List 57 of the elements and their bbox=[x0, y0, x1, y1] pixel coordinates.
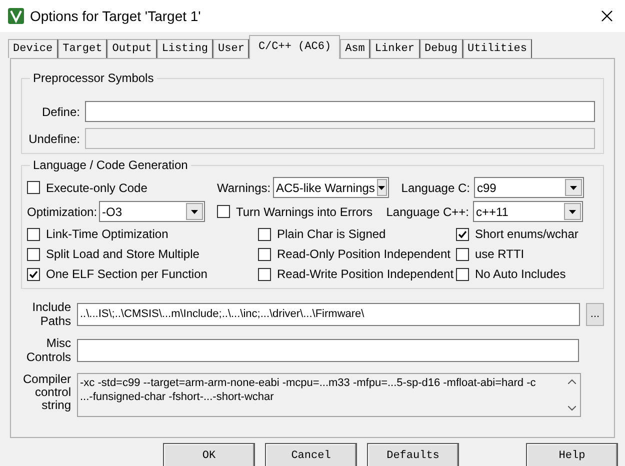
tab[interactable]: C/C++ (AC6) bbox=[249, 35, 340, 59]
dialog-button[interactable]: Help bbox=[526, 443, 618, 466]
tab[interactable]: Asm bbox=[340, 39, 370, 58]
field-label: Warnings: bbox=[217, 180, 272, 196]
checkbox[interactable]: Split Load and Store Multiple bbox=[27, 244, 258, 264]
window-title: Options for Target 'Target 1' bbox=[30, 6, 201, 26]
field-label: Misc Controls bbox=[25, 336, 71, 364]
group-title: Language / Code Generation bbox=[30, 157, 191, 173]
checkbox[interactable]: One ELF Section per Function bbox=[27, 264, 258, 284]
checkmark-icon bbox=[458, 230, 467, 238]
app-logo-icon bbox=[8, 8, 24, 24]
caret-icon bbox=[569, 210, 576, 214]
field-label: Undefine: bbox=[28, 130, 80, 148]
tab[interactable]: User bbox=[213, 39, 250, 58]
checkbox[interactable]: use RTTI bbox=[456, 244, 596, 264]
scroll-down-icon[interactable] bbox=[568, 406, 576, 411]
field-label: Define: bbox=[40, 104, 80, 120]
dialog-button[interactable]: Defaults bbox=[367, 443, 459, 466]
input-field[interactable] bbox=[85, 101, 595, 122]
checkbox[interactable]: No Auto Includes bbox=[456, 264, 596, 284]
dropdown[interactable]: c++11 bbox=[473, 201, 583, 222]
group-title: Preprocessor Symbols bbox=[30, 70, 157, 86]
browse-button[interactable]: ... bbox=[586, 302, 604, 326]
text-line: ...-funsigned-char -fshort-...-short-wchar bbox=[80, 390, 275, 404]
tab[interactable]: Listing bbox=[156, 39, 214, 58]
text-line: -xc -std=c99 --target=arm-arm-none-eabi -mcpu=...m33 -mfpu=...5-sp-d16 -mfloat-abi=hard -c bbox=[80, 376, 537, 390]
checkbox[interactable]: Plain Char is Signed bbox=[258, 224, 456, 244]
dropdown[interactable]: -O3 bbox=[99, 201, 205, 222]
checkbox[interactable]: Read-Only Position Independent bbox=[258, 244, 456, 264]
checkbox[interactable]: Execute-only Code bbox=[27, 178, 217, 198]
checkbox[interactable]: Read-Write Position Independent bbox=[258, 264, 456, 284]
caret-icon bbox=[570, 186, 577, 190]
checkmark-icon bbox=[29, 270, 38, 278]
tab[interactable]: Debug bbox=[420, 39, 463, 58]
tab[interactable]: Device bbox=[8, 39, 58, 58]
dropdown[interactable]: AC5-like Warnings bbox=[273, 177, 389, 198]
tab[interactable]: Linker bbox=[370, 39, 420, 58]
input-field[interactable] bbox=[77, 338, 579, 362]
tab[interactable]: Output bbox=[107, 39, 157, 58]
tab[interactable]: Utilities bbox=[462, 39, 532, 58]
tab[interactable]: Target bbox=[58, 39, 108, 58]
dropdown[interactable]: c99 bbox=[474, 177, 584, 198]
checkbox[interactable]: Turn Warnings into Errors bbox=[217, 202, 381, 222]
field-label: Language C++: bbox=[385, 204, 470, 220]
field-label: Include Paths bbox=[31, 300, 71, 328]
checkbox[interactable]: Link-Time Optimization bbox=[27, 224, 258, 244]
field-label: Optimization: bbox=[27, 204, 98, 220]
checkbox[interactable]: Short enums/wchar bbox=[456, 224, 596, 244]
dialog-button[interactable]: Cancel bbox=[265, 443, 357, 466]
field-label: Language C: bbox=[400, 180, 471, 196]
caret-icon bbox=[378, 186, 386, 190]
field-label: Compiler control string bbox=[22, 373, 71, 412]
caret-icon bbox=[191, 210, 198, 214]
scroll-up-icon[interactable] bbox=[568, 379, 576, 384]
close-icon[interactable] bbox=[601, 10, 613, 22]
input-field[interactable]: ..\...IS\;..\CMSIS\...m\Include;..\...\inc;...\driver\...\Firmware\ bbox=[77, 302, 580, 326]
dialog-button[interactable]: OK bbox=[163, 443, 255, 466]
